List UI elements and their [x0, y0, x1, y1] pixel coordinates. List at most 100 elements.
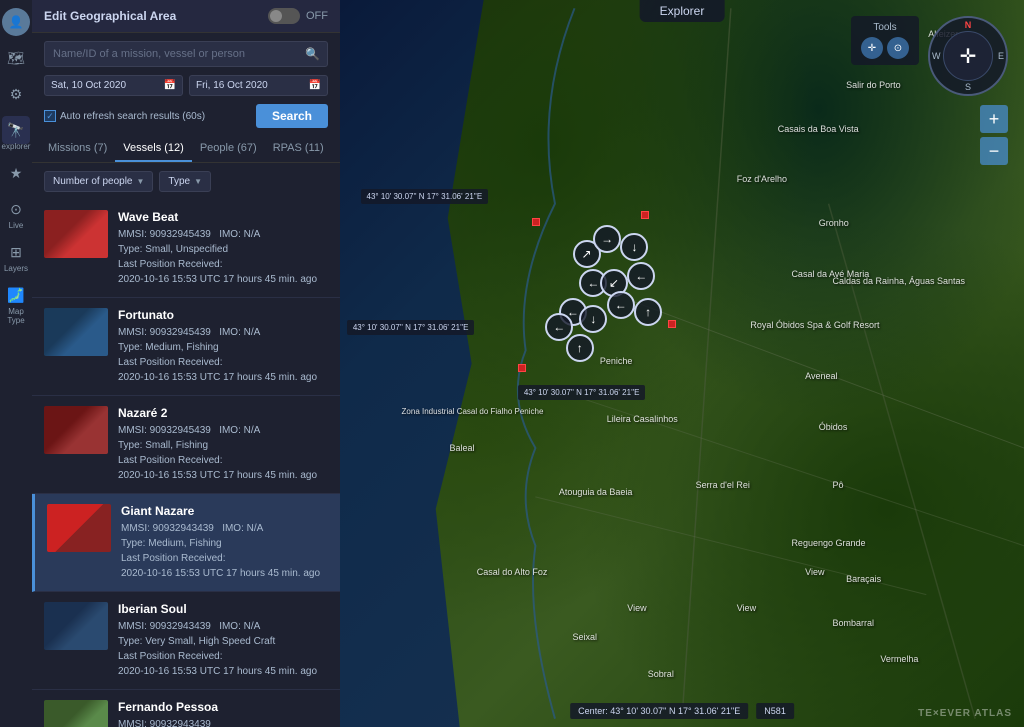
vessel-detail-nazare: MMSI: 90932945439 IMO: N/A Type: Small, …: [118, 423, 328, 483]
date-to-value: Fri, 16 Oct 2020: [196, 80, 268, 91]
geo-area-toggle[interactable]: OFF: [268, 8, 328, 24]
search-icon: 🔍: [305, 47, 320, 61]
toggle-track[interactable]: [268, 8, 300, 24]
search-button[interactable]: Search: [256, 104, 328, 128]
tool-cursor-icon[interactable]: ✛: [861, 37, 883, 59]
coord-box-1: 43° 10' 30.07'' N 17° 31.06' 21''E: [361, 189, 489, 204]
side-panel: Edit Geographical Area OFF 🔍 Sat, 10 Oct…: [32, 0, 340, 727]
sidebar-maptype-icon[interactable]: 🗾: [2, 281, 30, 309]
coord-box-3: 43° 10' 30.07'' N 17° 31.06' 21''E: [518, 385, 646, 400]
sidebar-layers-icon[interactable]: ⊞: [2, 238, 30, 266]
calendar-from-icon: 📅: [164, 80, 176, 91]
compass-east: E: [998, 51, 1004, 61]
compass-south: S: [965, 82, 971, 92]
vessel-thumb-fortunato: [44, 308, 108, 356]
vessel-name-giant-nazare: Giant Nazare: [121, 504, 328, 518]
toggle-knob: [270, 10, 282, 22]
scale-value: N581: [756, 703, 794, 719]
map-marker-12[interactable]: ↑: [566, 334, 594, 362]
sidebar-explorer-label: explorer: [2, 142, 31, 151]
date-range-row: Sat, 10 Oct 2020 📅 Fri, 16 Oct 2020 📅: [44, 75, 328, 96]
mission-search-box: 🔍: [44, 41, 328, 67]
sidebar: 👤 🗺 ⚙ 🔭 explorer ★ ⊙ Live ⊞ Layers 🗾 Map…: [0, 0, 32, 727]
zoom-out-button[interactable]: −: [980, 137, 1008, 165]
map-marker-9[interactable]: ←: [607, 291, 635, 319]
compass: N S E W ✛: [928, 16, 1008, 96]
marker-arrow-4: ←: [587, 276, 599, 290]
compass-background: N S E W ✛: [928, 16, 1008, 96]
vessel-name-wave-beat: Wave Beat: [118, 210, 328, 224]
red-marker-2: [641, 211, 649, 219]
date-from-value: Sat, 10 Oct 2020: [51, 80, 126, 91]
vessel-name-fernando-pessoa: Fernando Pessoa: [118, 700, 328, 714]
date-to-input[interactable]: Fri, 16 Oct 2020 📅: [189, 75, 328, 96]
vessel-list: Wave Beat MMSI: 90932945439 IMO: N/A Typ…: [32, 200, 340, 727]
marker-arrow-6: ←: [635, 269, 647, 283]
vessel-item-wave-beat[interactable]: Wave Beat MMSI: 90932945439 IMO: N/A Typ…: [32, 200, 340, 298]
tools-icons-row: ✛ ⊙: [861, 37, 909, 59]
toggle-label: OFF: [306, 10, 328, 22]
vessel-item-fernando-pessoa[interactable]: Fernando Pessoa MMSI: 90932943439: [32, 690, 340, 727]
marker-arrow-5: ↙: [609, 276, 619, 290]
vessel-item-fortunato[interactable]: Fortunato MMSI: 90932945439 IMO: N/A Typ…: [32, 298, 340, 396]
tab-missions[interactable]: Missions (7): [40, 136, 115, 162]
calendar-to-icon: 📅: [309, 80, 321, 91]
vessel-thumb-nazare: [44, 406, 108, 454]
compass-north: N: [965, 20, 972, 30]
people-filter-button[interactable]: Number of people ▼: [44, 171, 153, 192]
vessel-detail-fernando-pessoa: MMSI: 90932943439: [118, 717, 328, 727]
result-tabs: Missions (7) Vessels (12) People (67) RP…: [32, 136, 340, 163]
vessel-thumb-wave-beat: [44, 210, 108, 258]
vessel-info-nazare: Nazaré 2 MMSI: 90932945439 IMO: N/A Type…: [118, 406, 328, 483]
date-from-input[interactable]: Sat, 10 Oct 2020 📅: [44, 75, 183, 96]
vessel-name-iberian-soul: Iberian Soul: [118, 602, 328, 616]
red-marker-3: [668, 320, 676, 328]
mission-search-input[interactable]: [44, 41, 328, 67]
checkmark-icon: ✓: [46, 111, 54, 122]
vessel-info-wave-beat: Wave Beat MMSI: 90932945439 IMO: N/A Typ…: [118, 210, 328, 287]
sidebar-explorer-icon[interactable]: 🔭: [2, 116, 30, 144]
vessel-item-nazare[interactable]: Nazaré 2 MMSI: 90932945439 IMO: N/A Type…: [32, 396, 340, 494]
vessel-detail-giant-nazare: MMSI: 90932943439 IMO: N/A Type: Medium,…: [121, 521, 328, 581]
auto-refresh-label[interactable]: ✓ Auto refresh search results (60s): [44, 110, 250, 122]
people-filter-label: Number of people: [53, 176, 133, 187]
type-filter-button[interactable]: Type ▼: [159, 171, 211, 192]
vessel-info-fernando-pessoa: Fernando Pessoa MMSI: 90932943439: [118, 700, 328, 727]
tools-panel: Tools ✛ ⊙: [851, 16, 919, 65]
sidebar-favorites-icon[interactable]: ★: [2, 159, 30, 187]
compass-directions: N S E W: [930, 18, 1006, 94]
map-background: Alfeizer Salir do Porto Casais da Boa Vi…: [340, 0, 1024, 727]
map-marker-8[interactable]: ↓: [579, 305, 607, 333]
tool-target-icon[interactable]: ⊙: [887, 37, 909, 59]
bottom-bar: Center: 43° 10' 30.07'' N 17° 31.06' 21'…: [570, 703, 794, 719]
sidebar-settings-icon[interactable]: ⚙: [2, 80, 30, 108]
map-marker-2[interactable]: →: [593, 225, 621, 253]
map-marker-3[interactable]: ↓: [620, 233, 648, 261]
center-coord: Center: 43° 10' 30.07'' N 17° 31.06' 21'…: [570, 703, 748, 719]
marker-arrow-3: ↓: [631, 240, 637, 254]
auto-refresh-text: Auto refresh search results (60s): [60, 111, 205, 122]
vessel-item-giant-nazare[interactable]: Giant Nazare MMSI: 90932943439 IMO: N/A …: [32, 494, 340, 592]
avatar-icon[interactable]: 👤: [2, 8, 30, 36]
red-marker-1: [532, 218, 540, 226]
marker-arrow-11: ←: [553, 320, 565, 334]
red-marker-4: [518, 364, 526, 372]
tab-rpas[interactable]: RPAS (11): [265, 136, 332, 162]
zoom-in-button[interactable]: +: [980, 105, 1008, 133]
tab-people[interactable]: People (67): [192, 136, 265, 162]
map-container[interactable]: Alfeizer Salir do Porto Casais da Boa Vi…: [340, 0, 1024, 727]
marker-arrow-1: ↗: [582, 247, 592, 261]
vessel-item-iberian-soul[interactable]: Iberian Soul MMSI: 90932943439 IMO: N/A …: [32, 592, 340, 690]
vessel-thumb-fernando-pessoa: [44, 700, 108, 727]
sidebar-live-icon[interactable]: ⊙: [2, 195, 30, 223]
watermark: TE×EVER ATLAS: [918, 708, 1012, 719]
sidebar-map-icon[interactable]: 🗺: [2, 44, 30, 72]
vessel-detail-iberian-soul: MMSI: 90932943439 IMO: N/A Type: Very Sm…: [118, 619, 328, 679]
type-filter-label: Type: [168, 176, 190, 187]
vessel-info-iberian-soul: Iberian Soul MMSI: 90932943439 IMO: N/A …: [118, 602, 328, 679]
tab-vessels[interactable]: Vessels (12): [115, 136, 192, 162]
map-marker-10[interactable]: ↑: [634, 298, 662, 326]
map-marker-6[interactable]: ←: [627, 262, 655, 290]
auto-refresh-checkbox[interactable]: ✓: [44, 110, 56, 122]
vessel-thumb-iberian-soul: [44, 602, 108, 650]
